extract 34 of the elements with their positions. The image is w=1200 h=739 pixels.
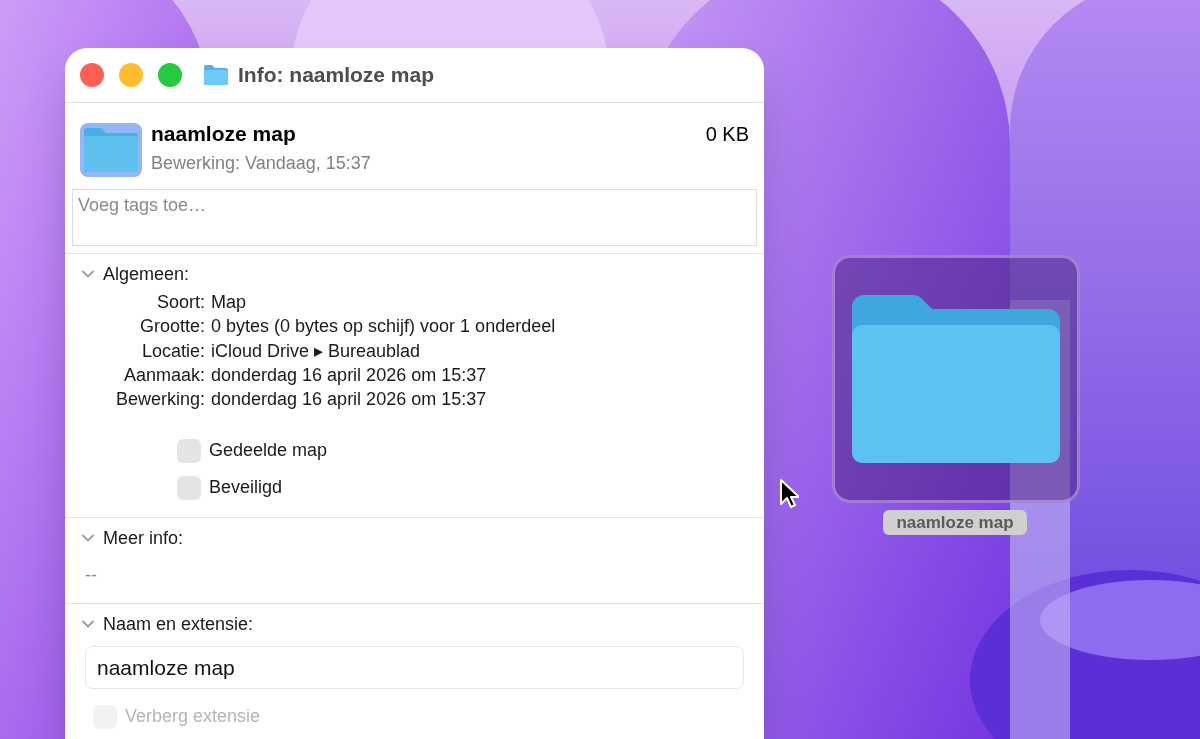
checkbox[interactable] <box>177 439 201 463</box>
desktop-folder-label[interactable]: naamloze map <box>883 510 1027 535</box>
section-title[interactable]: Naam en extensie: <box>103 611 254 638</box>
tags-field[interactable]: Voeg tags toe… <box>72 189 757 246</box>
field-label: Locatie: <box>140 339 205 363</box>
modified-date: Bewerking: Vandaag, 15:37 <box>151 152 371 175</box>
folder-icon <box>203 64 229 86</box>
file-name: naamloze map <box>151 121 297 147</box>
field-value: donderdag 16 april 2026 om 15:37 <box>211 363 488 387</box>
field-label: Bewerking: <box>114 388 205 412</box>
checkbox[interactable] <box>177 476 201 500</box>
minimize-button[interactable] <box>119 63 143 87</box>
window-title: Info: naamloze map <box>238 62 435 89</box>
name-field[interactable]: naamloze map <box>85 646 744 690</box>
field-label: Aanmaak: <box>122 363 205 387</box>
zoom-button[interactable] <box>158 63 182 87</box>
close-button[interactable] <box>80 63 104 87</box>
info-text: -- <box>84 564 98 588</box>
field-label: Soort: <box>155 291 205 314</box>
section-title[interactable]: Meer info: <box>103 525 184 552</box>
field-label: Grootte: <box>138 315 205 339</box>
field-value: Map <box>211 291 247 314</box>
desktop-folder-selection[interactable] <box>832 255 1080 503</box>
checkbox-label: Beveiligd <box>209 476 283 500</box>
section-title[interactable]: Algemeen: <box>103 260 190 288</box>
cursor-icon <box>779 478 799 510</box>
field-value: donderdag 16 april 2026 om 15:37 <box>211 388 488 412</box>
field-value: iCloud Drive ▸ Bureaublad <box>211 339 422 363</box>
folder-icon <box>80 121 142 177</box>
checkbox-label: Verberg extensie <box>125 705 261 729</box>
folder-icon <box>852 295 1060 463</box>
field-value: 0 bytes (0 bytes op schijf) voor 1 onderdeel <box>211 315 557 339</box>
checkbox-label: Gedeelde map <box>209 439 328 463</box>
file-size: 0 KB <box>705 122 749 147</box>
